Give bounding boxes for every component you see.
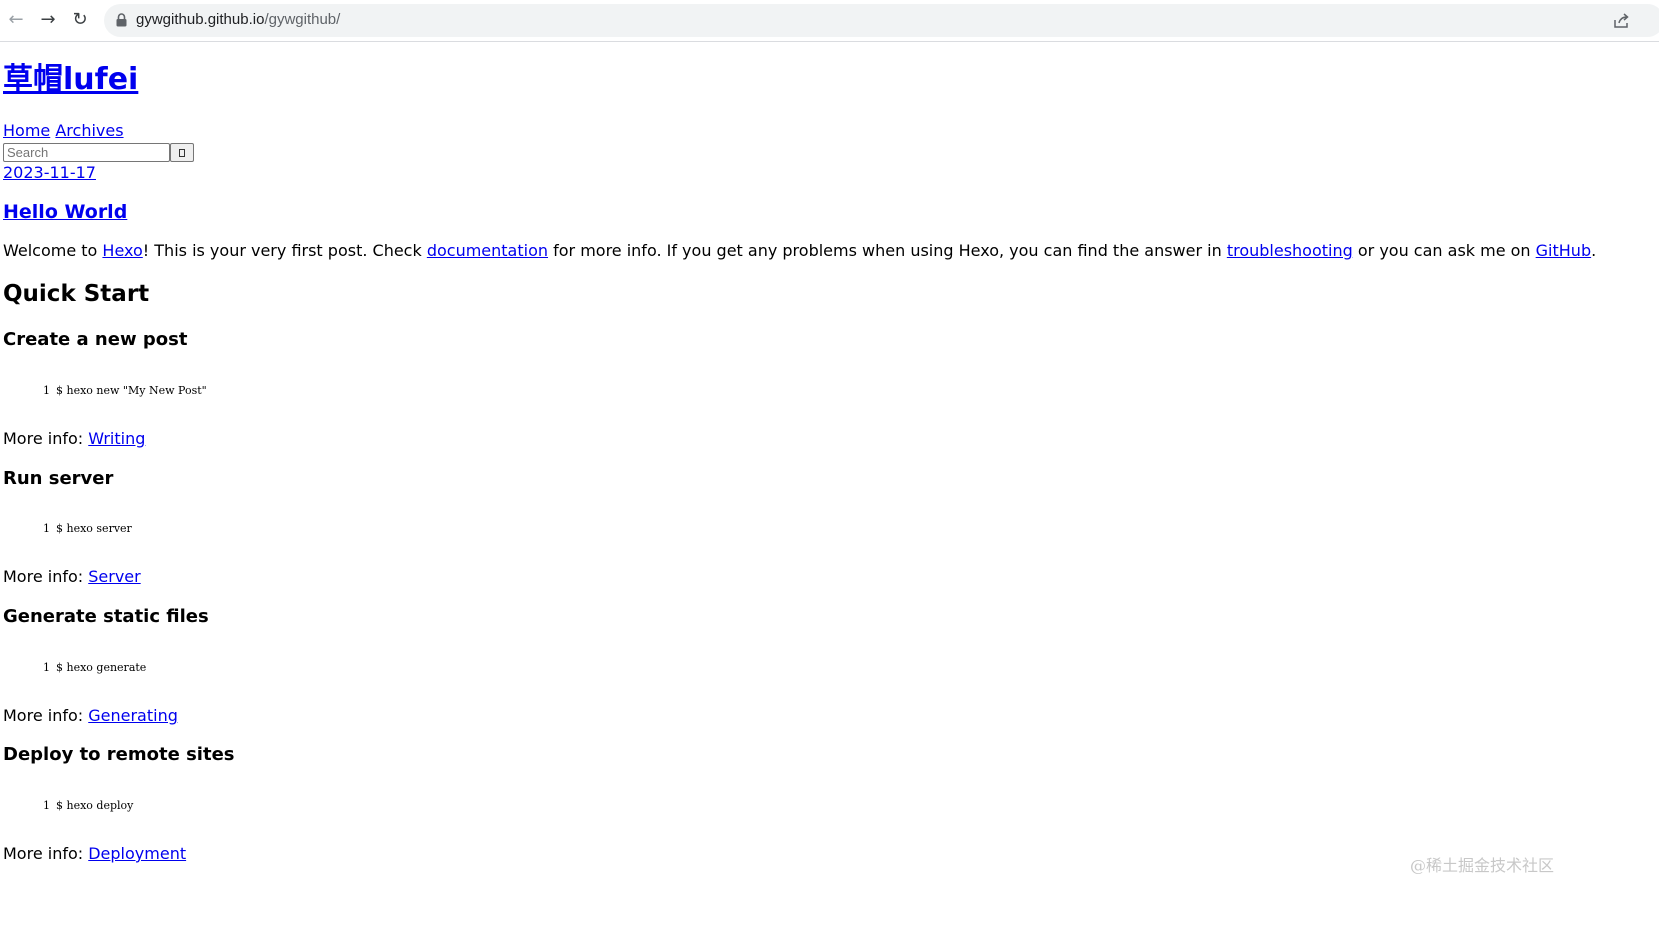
intro-text-2: ! This is your very first post. Check (142, 241, 427, 260)
github-link[interactable]: GitHub (1536, 241, 1591, 260)
deployment-link[interactable]: Deployment (88, 844, 186, 863)
code-block-deploy: 1 $ hexo deploy (43, 799, 133, 813)
search-button[interactable] (170, 143, 194, 162)
url-text[interactable]: gywgithub.github.io/gywgithub/ (136, 11, 340, 28)
nav-home-link[interactable]: Home (3, 121, 50, 140)
more-info-generate: More info: Generating (3, 706, 178, 726)
more-info-label: More info: (3, 706, 89, 725)
code-block-create-post: 1 $ hexo new "My New Post" (43, 384, 207, 398)
writing-link[interactable]: Writing (88, 429, 145, 448)
share-icon[interactable] (1612, 12, 1630, 30)
site-title-link[interactable]: 草帽lufei (3, 62, 138, 97)
intro-text-3: for more info. If you get any problems w… (548, 241, 1227, 260)
nav-archives-link[interactable]: Archives (55, 121, 123, 140)
server-link[interactable]: Server (88, 567, 140, 586)
more-info-run-server: More info: Server (3, 567, 141, 587)
code-block-run-server: 1 $ hexo server (43, 522, 132, 536)
section-heading-generate: Generate static files (3, 606, 209, 627)
more-info-deploy: More info: Deployment (3, 844, 186, 864)
code-block-generate: 1 $ hexo generate (43, 661, 146, 675)
lock-icon[interactable] (116, 13, 127, 27)
hexo-link[interactable]: Hexo (102, 241, 142, 260)
quick-start-heading: Quick Start (3, 281, 150, 307)
section-heading-deploy: Deploy to remote sites (3, 744, 235, 765)
code-line-number: 1 (43, 384, 50, 397)
code-line: $ hexo deploy (56, 799, 134, 812)
intro-text-5: . (1591, 241, 1597, 260)
browser-toolbar: ← → ↻ gywgithub.github.io/gywgithub/ (0, 0, 1659, 42)
post-date: 2023-11-17 (3, 163, 96, 183)
intro-text-4: or you can ask me on (1352, 241, 1536, 260)
search-input[interactable] (3, 143, 170, 162)
post-intro: Welcome to Hexo! This is your very first… (3, 241, 1596, 261)
code-line-number: 1 (43, 661, 50, 674)
url-path: /gywgithub/ (264, 11, 341, 28)
post-title: Hello World (3, 200, 127, 224)
back-arrow-icon[interactable]: ← (5, 9, 27, 31)
code-line: $ hexo new "My New Post" (56, 384, 207, 397)
watermark: @稀土掘金技术社区 (1410, 856, 1555, 875)
more-info-label: More info: (3, 567, 89, 586)
generating-link[interactable]: Generating (88, 706, 178, 725)
site-title: 草帽lufei (3, 62, 138, 98)
code-line: $ hexo server (56, 522, 132, 535)
more-info-label: More info: (3, 844, 89, 863)
forward-arrow-icon[interactable]: → (37, 9, 59, 31)
reload-icon[interactable]: ↻ (69, 9, 91, 31)
more-info-create-post: More info: Writing (3, 429, 145, 449)
url-host: gywgithub.github.io (136, 11, 265, 28)
post-title-link[interactable]: Hello World (3, 201, 127, 223)
troubleshooting-link[interactable]: troubleshooting (1227, 241, 1353, 260)
intro-text-1: Welcome to (3, 241, 103, 260)
code-line: $ hexo generate (56, 661, 147, 674)
section-heading-run-server: Run server (3, 468, 114, 489)
section-heading-create-post: Create a new post (3, 329, 188, 350)
documentation-link[interactable]: documentation (427, 241, 548, 260)
post-date-link[interactable]: 2023-11-17 (3, 163, 96, 182)
more-info-label: More info: (3, 429, 89, 448)
code-line-number: 1 (43, 799, 50, 812)
code-line-number: 1 (43, 522, 50, 535)
main-nav: Home Archives (3, 121, 124, 141)
address-bar[interactable]: gywgithub.github.io/gywgithub/ (104, 4, 1659, 37)
search-submit-icon (179, 148, 185, 157)
